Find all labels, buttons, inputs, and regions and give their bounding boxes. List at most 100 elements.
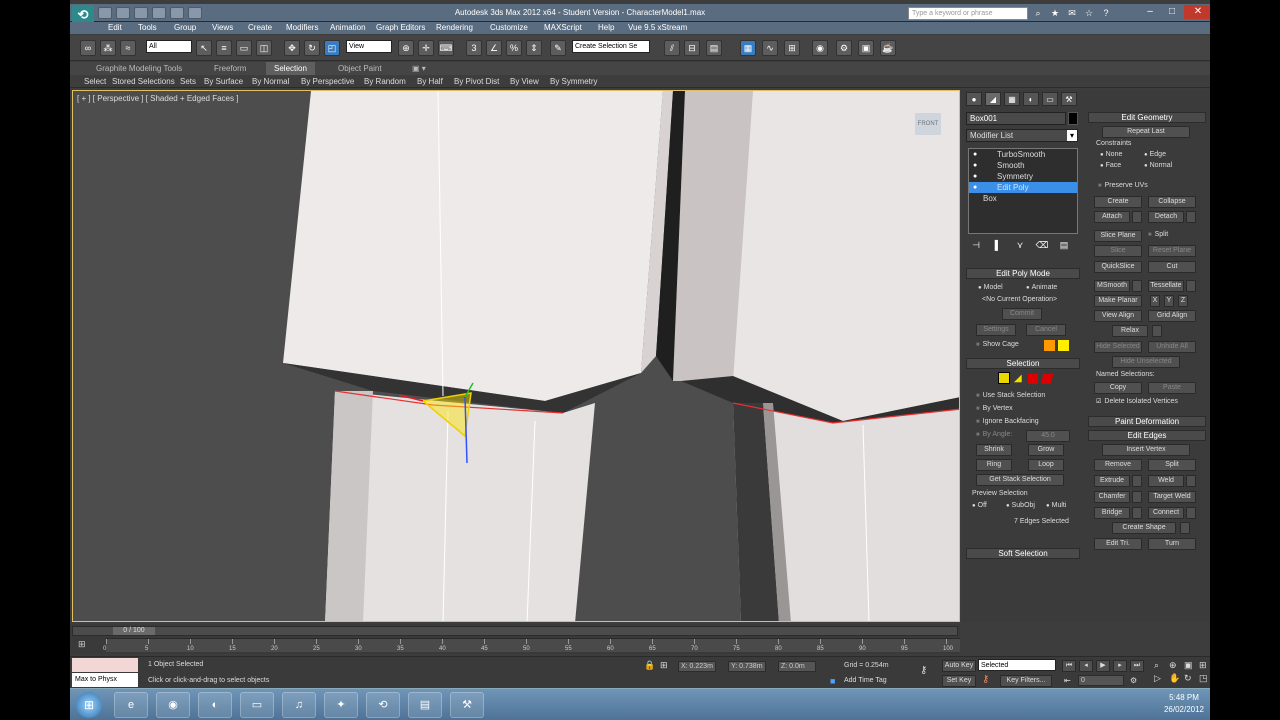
open-icon[interactable] — [116, 7, 130, 19]
key-mode-dropdown[interactable]: Selected — [978, 659, 1056, 671]
animate-radio[interactable]: Animate — [1026, 284, 1058, 291]
go-to-start-icon[interactable]: ⏮ — [1062, 660, 1076, 672]
copy-button[interactable]: Copy — [1094, 382, 1142, 394]
edge-mode-icon[interactable]: ◢ — [1014, 374, 1024, 384]
time-tag-icon[interactable]: ■ — [830, 676, 835, 686]
lock-selection-icon[interactable]: 🔒 — [644, 660, 655, 671]
pin-stack-icon[interactable]: ⊣ — [968, 238, 984, 252]
remove-modifier-icon[interactable]: ⌫ — [1034, 238, 1050, 252]
ribbon-stored-selections[interactable]: Stored Selections — [112, 77, 175, 86]
key-icon[interactable]: ⚷ — [920, 665, 927, 676]
planar-x-button[interactable]: X — [1150, 295, 1160, 307]
shrink-button[interactable]: Shrink — [976, 444, 1012, 456]
graphite-toggle-icon[interactable]: ▦ — [740, 40, 756, 56]
grow-button[interactable]: Grow — [1028, 444, 1064, 456]
firefox-taskbar-icon[interactable]: ◉ — [156, 692, 190, 718]
tab-selection[interactable]: Selection — [266, 62, 315, 75]
slice-button[interactable]: Slice — [1094, 245, 1142, 257]
select-by-name-icon[interactable]: ≡ — [216, 40, 232, 56]
ribbon-options-icon[interactable]: ▣ ▾ — [412, 64, 426, 73]
zoom-extents-all-icon[interactable]: ⊞ — [1199, 660, 1210, 671]
edit-tri-button[interactable]: Edit Tri. — [1094, 538, 1142, 550]
undo-icon[interactable] — [152, 7, 166, 19]
align-icon[interactable]: ⊟ — [684, 40, 700, 56]
absolute-mode-icon[interactable]: ⊞ — [660, 660, 668, 671]
pan-icon[interactable]: ✋ — [1169, 673, 1182, 684]
mirror-icon[interactable]: ⫽ — [664, 40, 680, 56]
menu-customize[interactable]: Customize — [490, 23, 528, 32]
create-tab-icon[interactable]: ● — [966, 92, 982, 106]
maximize-viewport-icon[interactable]: ◳ — [1199, 673, 1210, 684]
stack-item[interactable]: TurboSmooth — [969, 149, 1077, 160]
mini-curve-editor-icon[interactable]: ⊞ — [78, 639, 98, 651]
chamfer-button[interactable]: Chamfer — [1094, 491, 1130, 503]
planar-z-button[interactable]: Z — [1178, 295, 1188, 307]
menu-edit[interactable]: Edit — [108, 23, 122, 32]
menu-help[interactable]: Help — [598, 23, 614, 32]
connect-button[interactable]: Connect — [1148, 507, 1184, 519]
start-button[interactable]: ⊞ — [76, 692, 102, 718]
insert-vertex-button[interactable]: Insert Vertex — [1102, 444, 1190, 456]
3dsmax-taskbar-icon[interactable]: ⟲ — [366, 692, 400, 718]
rotate-icon[interactable]: ↻ — [304, 40, 320, 56]
make-planar-button[interactable]: Make Planar — [1094, 295, 1142, 307]
vertex-mode-icon[interactable] — [998, 372, 1010, 384]
utilities-tab-icon[interactable]: ⚒ — [1061, 92, 1077, 106]
repeat-last-button[interactable]: Repeat Last — [1102, 126, 1190, 138]
grid-align-button[interactable]: Grid Align — [1148, 310, 1196, 322]
snaps-toggle-icon[interactable]: 3 — [466, 40, 482, 56]
chamfer-settings-icon[interactable] — [1132, 491, 1142, 503]
zoom-all-icon[interactable]: ⊕ — [1169, 660, 1182, 671]
selection-rollout[interactable]: Selection — [966, 358, 1080, 369]
favorites-icon[interactable]: ☆ — [1083, 7, 1095, 19]
project-folder-icon[interactable] — [188, 7, 202, 19]
modify-tab-icon[interactable]: ◢ — [985, 92, 1001, 106]
binoculars-icon[interactable]: ⌕ — [1032, 7, 1044, 19]
tessellate-settings-icon[interactable] — [1186, 280, 1196, 292]
go-to-end-icon[interactable]: ⏭ — [1130, 660, 1144, 672]
named-selection-dropdown[interactable]: Create Selection Se — [572, 40, 650, 53]
paint-deformation-rollout[interactable]: Paint Deformation — [1088, 416, 1206, 427]
time-slider-knob[interactable]: 0 / 100 — [113, 627, 155, 635]
ribbon-by-perspective[interactable]: By Perspective — [301, 77, 354, 86]
menu-views[interactable]: Views — [212, 23, 233, 32]
bind-space-warp-icon[interactable]: ≈ — [120, 40, 136, 56]
modifier-list-dropdown[interactable]: Modifier List — [966, 129, 1078, 142]
viewport-label[interactable]: [ + ] [ Perspective ] [ Shaded + Edged F… — [77, 94, 238, 103]
detach-settings-icon[interactable] — [1186, 211, 1196, 223]
angle-snap-icon[interactable]: ∠ — [486, 40, 502, 56]
pivot-center-icon[interactable]: ⊕ — [398, 40, 414, 56]
keyboard-shortcut-icon[interactable]: ⌨ — [438, 40, 454, 56]
viewcube-icon[interactable]: FRONT — [915, 113, 941, 135]
ribbon-by-half[interactable]: By Half — [417, 77, 443, 86]
weld-button[interactable]: Weld — [1148, 475, 1184, 487]
view-align-button[interactable]: View Align — [1094, 310, 1142, 322]
tab-graphite-modeling-tools[interactable]: Graphite Modeling Tools — [96, 64, 182, 73]
explorer-taskbar-icon[interactable]: ▭ — [240, 692, 274, 718]
time-configuration-icon[interactable]: ⚙ — [1130, 676, 1137, 685]
itunes-taskbar-icon[interactable]: ♫ — [282, 692, 316, 718]
ribbon-by-pivot-dist[interactable]: By Pivot Dist — [454, 77, 499, 86]
model-radio[interactable]: Model — [978, 284, 1003, 291]
minimize-button[interactable]: – — [1140, 5, 1160, 19]
stack-item[interactable]: Box — [969, 193, 1077, 204]
tool-taskbar-icon[interactable]: ⚒ — [450, 692, 484, 718]
menu-group[interactable]: Group — [174, 23, 196, 32]
orbit-icon[interactable]: ↻ — [1184, 673, 1197, 684]
z-coordinate-field[interactable]: Z: 0.0m — [778, 661, 816, 672]
schematic-view-icon[interactable]: ⊞ — [784, 40, 800, 56]
reset-plane-button[interactable]: Reset Plane — [1148, 245, 1196, 257]
field-of-view-icon[interactable]: ▷ — [1154, 673, 1167, 684]
key-mode-toggle-icon[interactable]: ⇤ — [1064, 676, 1071, 685]
split-button[interactable]: Split — [1148, 459, 1196, 471]
preserve-uvs-checkbox[interactable]: Preserve UVs — [1098, 182, 1148, 189]
maxscript-output[interactable]: Max to Physx — [72, 673, 138, 687]
delete-isolated-vertices-checkbox[interactable]: Delete Isolated Vertices — [1096, 398, 1178, 405]
bridge-settings-icon[interactable] — [1132, 507, 1142, 519]
msmooth-settings-icon[interactable] — [1132, 280, 1142, 292]
settings-button[interactable]: Settings — [976, 324, 1016, 336]
create-shape-settings-icon[interactable] — [1180, 522, 1190, 534]
x-coordinate-field[interactable]: X: 0.223m — [678, 661, 716, 672]
attach-button[interactable]: Attach — [1094, 211, 1130, 223]
show-end-result-icon[interactable]: ▌ — [990, 238, 1006, 252]
